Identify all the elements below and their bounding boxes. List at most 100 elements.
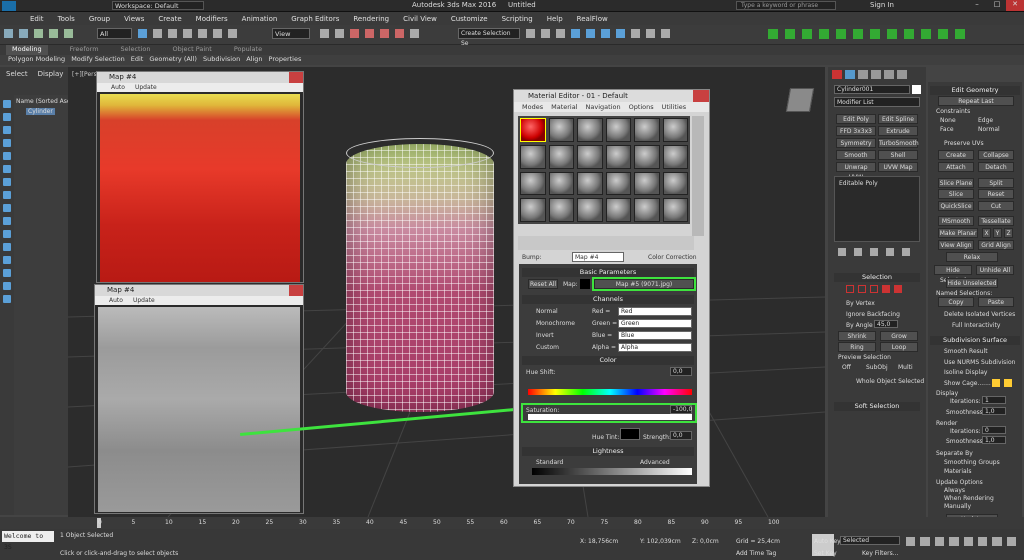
create-button[interactable]: Create: [938, 150, 974, 160]
sample-slot[interactable]: [634, 144, 660, 169]
selection-filter-dropdown[interactable]: All: [97, 28, 132, 39]
isoline-checkbox[interactable]: Isoline Display: [944, 369, 987, 376]
menu-modifiers[interactable]: Modifiers: [196, 15, 228, 23]
hue-shift-input[interactable]: 0,0: [670, 367, 692, 376]
always-radio[interactable]: Always: [944, 487, 965, 494]
scale-icon[interactable]: [228, 29, 237, 38]
realflow-icon-5[interactable]: [836, 29, 846, 39]
close-icon[interactable]: [289, 285, 303, 296]
quickslice-button[interactable]: QuickSlice: [938, 201, 974, 211]
auto-checkbox[interactable]: Auto: [111, 83, 125, 92]
realflow-icon-6[interactable]: [853, 29, 863, 39]
sample-slot[interactable]: [548, 118, 574, 142]
percent-snap-icon[interactable]: [380, 29, 389, 38]
materials-checkbox[interactable]: Materials: [944, 468, 972, 475]
create-tab-icon[interactable]: [832, 70, 842, 79]
update-button[interactable]: Update: [135, 83, 157, 92]
unhide-all-button[interactable]: Unhide All: [976, 265, 1014, 275]
preview-multi-radio[interactable]: Multi: [898, 364, 913, 371]
realflow-icon-3[interactable]: [802, 29, 812, 39]
timeline-track[interactable]: 0 5 10 15 20 25 30 35 40 45 50 55 60 65 70 75 80 85 90 95 10…: [0, 517, 1024, 529]
hide-unselected-button[interactable]: Hide Unselected: [946, 278, 998, 288]
grow-button[interactable]: Grow: [880, 331, 918, 341]
sample-slot[interactable]: [605, 198, 631, 222]
filter-shapes-icon[interactable]: [3, 113, 11, 121]
grid-align-button[interactable]: Grid Align: [978, 240, 1014, 250]
filter-bones-icon[interactable]: [3, 204, 11, 212]
full-interactivity-checkbox[interactable]: Full Interactivity: [952, 322, 1000, 329]
reference-coord-dropdown[interactable]: View: [272, 28, 310, 39]
ribbon-tab-populate[interactable]: Populate: [234, 45, 262, 55]
channels-header[interactable]: Channels: [522, 295, 694, 304]
preserve-uvs-checkbox[interactable]: Preserve UVs: [944, 140, 984, 147]
align-icon[interactable]: [541, 29, 550, 38]
redo-icon[interactable]: [19, 29, 28, 38]
by-vertex-checkbox[interactable]: By Vertex: [846, 300, 875, 307]
when-rendering-radio[interactable]: When Rendering: [944, 495, 994, 502]
sample-slot[interactable]: [634, 198, 660, 222]
material-menu-utilities[interactable]: Utilities: [662, 102, 686, 112]
sample-slot[interactable]: [548, 171, 574, 196]
filter-cameras-icon[interactable]: [3, 139, 11, 147]
polygon-icon[interactable]: [882, 285, 890, 293]
sample-slot[interactable]: [577, 144, 603, 169]
app-logo[interactable]: [2, 1, 16, 11]
menu-group[interactable]: Group: [89, 15, 110, 23]
slice-button[interactable]: Slice: [938, 189, 974, 199]
scene-explorer-icon[interactable]: [571, 29, 580, 38]
ribbon-tab-freeform[interactable]: Freeform: [70, 45, 99, 55]
move-icon[interactable]: [198, 29, 207, 38]
auto-checkbox[interactable]: Auto: [109, 296, 123, 305]
modifier-button-unwrap-uvw[interactable]: Unwrap UVW: [836, 162, 876, 181]
attach-button[interactable]: Attach: [938, 162, 974, 172]
menu-views[interactable]: Views: [124, 15, 144, 23]
filter-groups-icon[interactable]: [3, 178, 11, 186]
filter-none-icon[interactable]: [3, 269, 11, 277]
material-menu-options[interactable]: Options: [629, 102, 654, 112]
cut-button[interactable]: Cut: [978, 201, 1014, 211]
basic-params-header[interactable]: Basic Parameters: [522, 268, 694, 277]
menu-scripting[interactable]: Scripting: [502, 15, 533, 23]
link-icon[interactable]: [34, 29, 43, 38]
advanced-radio[interactable]: Advanced: [640, 459, 670, 466]
render-production-icon[interactable]: [661, 29, 670, 38]
standard-radio[interactable]: Standard: [536, 459, 563, 466]
pin-stack-icon[interactable]: [838, 248, 846, 256]
sample-slot[interactable]: [605, 144, 631, 169]
auto-key-button[interactable]: Auto Key: [814, 538, 841, 545]
window-crossing-icon[interactable]: [183, 29, 192, 38]
detach-button[interactable]: Detach: [978, 162, 1014, 172]
sample-slot[interactable]: [548, 144, 574, 169]
channel-mode-radio[interactable]: Monochrome: [536, 320, 575, 327]
material-editor-icon[interactable]: [616, 29, 625, 38]
use-nurms-checkbox[interactable]: Use NURMS Subdivision: [944, 359, 1015, 366]
sample-slot[interactable]: [634, 171, 660, 196]
material-menu-material[interactable]: Material: [551, 102, 577, 112]
close-icon[interactable]: [693, 90, 709, 102]
ribbon-tab-object-paint[interactable]: Object Paint: [173, 45, 212, 55]
iterations-input[interactable]: 1: [982, 396, 1006, 404]
constraint-face-radio[interactable]: Face: [940, 126, 954, 133]
render-iterations-input[interactable]: 0: [982, 426, 1006, 434]
selection-set-dropdown[interactable]: Create Selection Se: [458, 28, 520, 47]
maxscript-listener[interactable]: Welcome to 3S: [2, 531, 54, 551]
add-time-tag[interactable]: Add Time Tag: [736, 550, 776, 557]
filter-containers-icon[interactable]: [3, 217, 11, 225]
motion-tab-icon[interactable]: [871, 70, 881, 79]
sample-slot[interactable]: [520, 118, 546, 142]
layer-manager-icon[interactable]: [556, 29, 565, 38]
object-color-swatch[interactable]: [912, 85, 921, 94]
modifier-button-edit-spline[interactable]: Edit Spline: [878, 114, 918, 124]
bump-map-dropdown[interactable]: Map #4: [572, 252, 624, 262]
unlink-icon[interactable]: [49, 29, 58, 38]
menu-animation[interactable]: Animation: [242, 15, 278, 23]
display-tab[interactable]: Display: [38, 70, 64, 78]
menu-graph-editors[interactable]: Graph Editors: [291, 15, 339, 23]
shrink-button[interactable]: Shrink: [838, 331, 876, 341]
show-end-result-icon[interactable]: [854, 248, 862, 256]
set-key-button[interactable]: Set Key: [814, 550, 837, 557]
map-window-titlebar[interactable]: Map #4: [97, 72, 303, 83]
go-to-start-icon[interactable]: [906, 537, 916, 546]
reset-plane-button[interactable]: Reset Plane: [978, 189, 1014, 208]
material-menu-modes[interactable]: Modes: [522, 102, 543, 112]
